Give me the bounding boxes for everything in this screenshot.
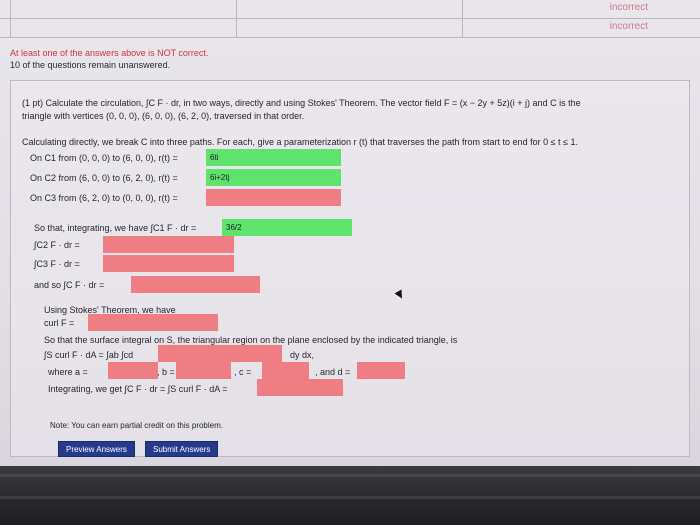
surface-integral-label: ∫S curl F · dA = ∫ab ∫cd bbox=[44, 350, 134, 360]
problem-intro: (1 pt) Calculate the circulation, ∫C F ·… bbox=[22, 98, 581, 108]
c3-label: On C3 from (6, 2, 0) to (0, 0, 0), r(t) … bbox=[30, 193, 178, 203]
c2-answer-field[interactable]: 6i+2tj bbox=[206, 169, 341, 186]
results-table: incorrect incorrect bbox=[0, 0, 700, 38]
total-integral-label: and so ∫C F · dr = bbox=[34, 280, 105, 290]
directly-instructions: Calculating directly, we break C into th… bbox=[22, 137, 578, 147]
c2-label: On C2 from (6, 0, 0) to (6, 2, 0), r(t) … bbox=[30, 173, 178, 183]
surface-integral-text: So that the surface integral on S, the t… bbox=[44, 335, 458, 345]
c3-integral-label: ∫C3 F · dr = bbox=[34, 259, 80, 269]
c-label: , c = bbox=[234, 367, 252, 377]
unanswered-count: 10 of the questions remain unanswered. bbox=[10, 60, 171, 70]
submit-answers-button[interactable]: Submit Answers bbox=[145, 441, 219, 457]
result-status: incorrect bbox=[609, 2, 648, 13]
c1-integral-field[interactable]: 36/2 bbox=[222, 219, 352, 236]
curl-label: curl F = bbox=[44, 318, 75, 328]
c1-integral-label: So that, integrating, we have ∫C1 F · dr… bbox=[34, 223, 197, 233]
results-row: incorrect bbox=[0, 0, 700, 19]
c2-integral-label: ∫C2 F · dr = bbox=[34, 240, 80, 250]
b-field[interactable] bbox=[176, 362, 231, 379]
not-correct-warning: At least one of the answers above is NOT… bbox=[10, 48, 209, 58]
d-label: , and d = bbox=[315, 367, 351, 377]
final-integral-field[interactable] bbox=[257, 379, 343, 396]
c2-integral-field[interactable] bbox=[103, 236, 234, 253]
surface-integrand-field[interactable] bbox=[158, 345, 282, 362]
screen: incorrect incorrect At least one of the … bbox=[0, 0, 700, 466]
total-integral-field[interactable] bbox=[131, 276, 260, 293]
c3-integral-field[interactable] bbox=[103, 255, 234, 272]
laptop-bezel bbox=[0, 466, 700, 525]
result-status: incorrect bbox=[609, 21, 648, 32]
curl-field[interactable] bbox=[88, 314, 218, 331]
results-row: incorrect bbox=[0, 19, 700, 38]
c1-answer-field[interactable]: 6ti bbox=[206, 149, 341, 166]
dydx-label: dy dx, bbox=[290, 350, 315, 360]
partial-credit-note: Note: You can earn partial credit on thi… bbox=[50, 421, 223, 430]
a-field[interactable] bbox=[108, 362, 158, 379]
d-field[interactable] bbox=[357, 362, 405, 379]
final-integral-label: Integrating, we get ∫C F · dr = ∫S curl … bbox=[48, 384, 228, 394]
problem-intro-cont: triangle with vertices (0, 0, 0), (6, 0,… bbox=[22, 111, 305, 121]
c1-label: On C1 from (0, 0, 0) to (6, 0, 0), r(t) … bbox=[30, 153, 178, 163]
where-a-label: where a = bbox=[48, 367, 88, 377]
c-field[interactable] bbox=[262, 362, 309, 379]
b-label: , b = bbox=[157, 367, 175, 377]
preview-answers-button[interactable]: Preview Answers bbox=[58, 441, 135, 457]
c3-answer-field[interactable] bbox=[206, 189, 341, 206]
